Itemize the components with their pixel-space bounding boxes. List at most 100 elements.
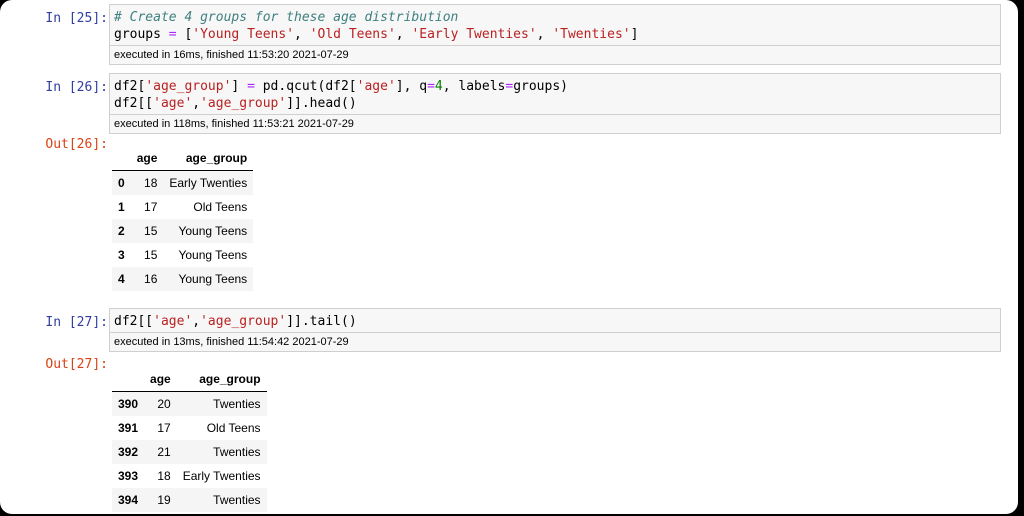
code-token: groups	[114, 27, 169, 42]
cell-age: 20	[157, 397, 171, 411]
cell-age-group: Twenties	[213, 445, 261, 459]
notebook-window: In [25]: # Create 4 groups for these age…	[0, 0, 1018, 514]
row-index: 393	[118, 469, 139, 483]
code-token: 'Early Twenties'	[411, 27, 537, 42]
code-token: 'age'	[153, 314, 193, 329]
table-row: 394 19 Twenties	[112, 488, 267, 512]
code-token: groups)	[513, 79, 568, 94]
cell-age: 21	[157, 445, 171, 459]
column-header: age_group	[163, 146, 254, 171]
cell-age-group: Old Teens	[193, 200, 248, 214]
input-prompt-26: In [26]:	[45, 80, 108, 95]
code-token: df2[	[114, 79, 146, 94]
table-row: 1 17 Old Teens	[112, 195, 253, 219]
code-token: ,	[192, 314, 201, 329]
table-row: 393 18 Early Twenties	[112, 464, 267, 488]
cell-age: 18	[157, 469, 171, 483]
code-cell-25[interactable]: # Create 4 groups for these age distribu…	[109, 4, 1001, 65]
table-row: 391 17 Old Teens	[112, 416, 267, 440]
code-token: 'Young Teens'	[192, 27, 295, 42]
table-header-row: age age_group	[112, 146, 254, 171]
code-cell-27[interactable]: df2[['age','age_group']].tail() executed…	[109, 308, 1001, 352]
code-editor[interactable]: df2[['age','age_group']].tail()	[110, 309, 1000, 332]
code-line: df2['age_group'] = pd.qcut(df2['age'], q…	[114, 78, 996, 95]
code-token: ]	[231, 79, 248, 94]
table-row: 392 21 Twenties	[112, 440, 267, 464]
table-row: 0 18 Early Twenties	[112, 170, 254, 195]
code-token: =	[247, 79, 255, 94]
row-index: 4	[118, 272, 125, 286]
row-index: 392	[118, 445, 139, 459]
code-line: df2[['age','age_group']].head()	[114, 95, 996, 112]
code-line: df2[['age','age_group']].tail()	[114, 313, 996, 330]
code-token: pd.qcut(df2[	[254, 79, 357, 94]
code-cell-26[interactable]: df2['age_group'] = pd.qcut(df2['age'], q…	[109, 73, 1001, 134]
code-editor[interactable]: df2['age_group'] = pd.qcut(df2['age'], q…	[110, 74, 1000, 114]
output-prompt-26: Out[26]:	[45, 137, 108, 152]
table-row: 390 20 Twenties	[112, 391, 267, 416]
cell-age: 19	[157, 493, 171, 507]
code-token: ]].tail()	[286, 314, 357, 329]
code-token: 'age_group'	[145, 79, 232, 94]
cell-age: 17	[157, 421, 171, 435]
input-prompt-27: In [27]:	[45, 315, 108, 330]
code-token: ]].head()	[286, 96, 357, 111]
execution-info: executed in 16ms, finished 11:53:20 2021…	[110, 45, 1000, 64]
code-token: 'age_group'	[200, 314, 287, 329]
column-header: age	[144, 367, 177, 392]
table-header-row: age age_group	[112, 367, 267, 392]
cell-age-group: Twenties	[213, 493, 261, 507]
cell-age: 18	[144, 176, 158, 190]
code-token: =	[427, 79, 435, 94]
code-token: ,	[294, 27, 310, 42]
execution-info: executed in 118ms, finished 11:53:21 202…	[110, 114, 1000, 133]
code-token: df2[[	[114, 96, 154, 111]
code-token: 4	[434, 79, 443, 94]
code-token: # Create 4 groups for these age distribu…	[114, 10, 459, 25]
code-token: df2[[	[114, 314, 154, 329]
code-token: ,	[536, 27, 553, 42]
code-token: =	[168, 27, 177, 42]
index-header	[112, 367, 145, 392]
cell-age-group: Young Teens	[178, 272, 248, 286]
cell-age-group: Young Teens	[178, 248, 248, 262]
table-row: 2 15 Young Teens	[112, 219, 254, 243]
dataframe-table: age age_group 390 20 Twenties 391 17 Old Teens…	[112, 367, 267, 512]
code-token: 'age'	[153, 96, 193, 111]
row-index: 391	[118, 421, 139, 435]
column-header: age	[130, 146, 164, 171]
row-index: 2	[118, 224, 125, 238]
input-prompt-25: In [25]:	[45, 11, 108, 26]
cell-age-group: Old Teens	[206, 421, 261, 435]
table-row: 4 16 Young Teens	[112, 267, 254, 291]
code-token: [	[176, 27, 193, 42]
code-token: 'Twenties'	[552, 27, 631, 42]
dataframe-table: age age_group 0 18 Early Twenties 1 17 Old Tee…	[112, 146, 254, 291]
code-line: groups = ['Young Teens', 'Old Teens', 'E…	[114, 26, 996, 43]
code-token: 'age'	[356, 79, 396, 94]
row-index: 3	[118, 248, 125, 262]
cell-age: 15	[144, 248, 158, 262]
execution-info: executed in 13ms, finished 11:54:42 2021…	[110, 332, 1000, 351]
row-index: 394	[118, 493, 139, 507]
code-line: # Create 4 groups for these age distribu…	[114, 9, 996, 26]
cell-age: 16	[144, 272, 158, 286]
row-index: 0	[118, 176, 125, 190]
code-token: ], q	[395, 79, 428, 94]
code-editor[interactable]: # Create 4 groups for these age distribu…	[110, 5, 1000, 45]
code-token: 'age_group'	[200, 96, 287, 111]
cell-age: 15	[144, 224, 158, 238]
cell-age-group: Young Teens	[178, 224, 248, 238]
cell-age-group: Twenties	[213, 397, 261, 411]
cell-age-group: Early Twenties	[182, 469, 261, 483]
code-token: , labels	[442, 79, 506, 94]
code-token: ]	[630, 27, 639, 42]
cell-age: 17	[144, 200, 158, 214]
column-header: age_group	[176, 367, 267, 392]
index-header	[112, 146, 131, 171]
row-index: 390	[118, 397, 139, 411]
code-token: ,	[395, 27, 412, 42]
code-token: ,	[192, 96, 201, 111]
cell-age-group: Early Twenties	[169, 176, 248, 190]
output-prompt-27: Out[27]:	[45, 357, 108, 372]
